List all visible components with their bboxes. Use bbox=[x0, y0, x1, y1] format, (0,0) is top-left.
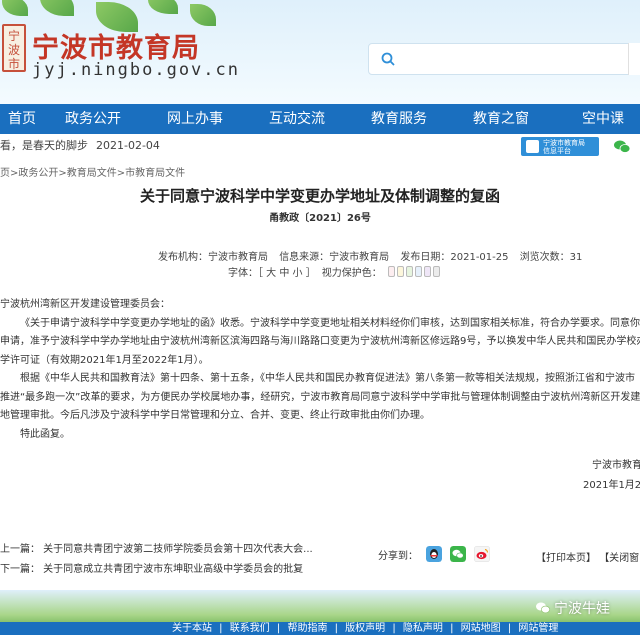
weibo-icon[interactable] bbox=[474, 546, 490, 562]
wechat-icon[interactable] bbox=[614, 140, 630, 153]
swatch-4[interactable] bbox=[414, 266, 422, 277]
wechat-share-icon[interactable] bbox=[450, 546, 466, 562]
font-size-control[interactable]: 字体：［ 大 中 小 ］ bbox=[228, 264, 316, 279]
search-input[interactable] bbox=[368, 43, 640, 75]
main-nav: 首页 政务公开 网上办事 互动交流 教育服务 教育之窗 空中课 bbox=[0, 104, 640, 134]
search-icon bbox=[381, 52, 395, 66]
signer: 宁波市教育 bbox=[592, 460, 640, 471]
platform-icon bbox=[526, 140, 539, 153]
swatch-3[interactable] bbox=[405, 266, 413, 277]
swatch-5[interactable] bbox=[423, 266, 431, 277]
watermark-icon bbox=[536, 602, 550, 614]
sign-date: 2021年1月25 bbox=[583, 480, 640, 491]
paragraph: 推进“最多跑一次”改革的要求，为方便民办学校属地办事，经研究，宁波市教育局同意宁… bbox=[0, 391, 640, 403]
meta-views: 浏览次数：31 bbox=[519, 252, 583, 263]
swatch-6[interactable] bbox=[432, 266, 440, 277]
share-bar: 分享到： bbox=[378, 546, 490, 562]
notice-text[interactable]: 看，是春天的脚步 bbox=[0, 134, 88, 158]
next-article-link[interactable]: 下一篇： 关于同意成立共青团宁波市东坤职业高级中学委员会的批复 bbox=[0, 560, 313, 580]
prev-next-links: 上一篇： 关于同意共青团宁波第二技师学院委员会第十四次代表大会... 下一篇： … bbox=[0, 540, 313, 580]
meta-source: 信息来源：宁波市教育局 bbox=[279, 252, 390, 263]
paragraph: 《关于申请宁波科学中学变更办学地址的函》收悉。宁波科学中学变更地址相关材料经你们… bbox=[20, 317, 640, 329]
document-title: 关于同意宁波科学中学变更办学地址及体制调整的复函 bbox=[139, 187, 500, 205]
city-seal-logo: 宁波市 bbox=[2, 24, 26, 72]
footer-links[interactable]: 关于本站 | 联系我们 | 帮助指南 | 版权声明 | 隐私声明 | 网站地图 … bbox=[0, 622, 640, 635]
nav-education-services[interactable]: 教育服务 bbox=[348, 104, 450, 134]
site-domain: jyj.ningbo.gov.cn bbox=[32, 60, 240, 80]
platform-label-1: 宁波市教育局 bbox=[543, 139, 585, 147]
paragraph: 特此函复。 bbox=[20, 428, 70, 440]
nav-home[interactable]: 首页 bbox=[0, 104, 42, 134]
qq-icon[interactable] bbox=[426, 546, 442, 562]
nav-interaction[interactable]: 互动交流 bbox=[246, 104, 348, 134]
close-window-link[interactable]: 【关闭窗口 bbox=[599, 553, 640, 564]
page-actions: 【打印本页】 【关闭窗口 bbox=[536, 549, 640, 564]
search-button[interactable] bbox=[628, 43, 640, 75]
salutation: 宁波杭州湾新区开发建设管理委员会： bbox=[0, 299, 170, 310]
site-header: 宁波市 宁波市教育局 jyj.ningbo.gov.cn bbox=[0, 0, 640, 104]
paragraph: 学许可证（有效期2021年1月至2022年1月）。 bbox=[0, 354, 209, 366]
breadcrumb[interactable]: 页>政务公开>教育局文件>市教育局文件 bbox=[0, 164, 185, 179]
info-platform-button[interactable]: 宁波市教育局 信息平台 bbox=[521, 137, 599, 156]
reading-tools: 字体：［ 大 中 小 ］ 视力保护色： bbox=[228, 264, 440, 279]
nav-air-classroom[interactable]: 空中课 bbox=[552, 104, 640, 134]
meta-publisher: 发布机构：宁波市教育局 bbox=[158, 252, 268, 263]
notice-date: 2021-02-04 bbox=[96, 139, 160, 152]
document-meta: 发布机构：宁波市教育局 信息来源：宁波市教育局 发布日期：2021-01-25 … bbox=[158, 248, 590, 263]
eye-care-swatches bbox=[387, 266, 440, 277]
eye-care-label: 视力保护色： bbox=[321, 268, 382, 279]
platform-label-2: 信息平台 bbox=[543, 147, 571, 155]
meta-date: 发布日期：2021-01-25 bbox=[400, 252, 509, 263]
nav-education-window[interactable]: 教育之窗 bbox=[450, 104, 552, 134]
nav-government-affairs[interactable]: 政务公开 bbox=[42, 104, 144, 134]
swatch-2[interactable] bbox=[396, 266, 404, 277]
nav-online-services[interactable]: 网上办事 bbox=[144, 104, 246, 134]
paragraph: 地管理审批。今后凡涉及宁波科学中学日常管理和分立、合并、变更、终止行政审批由你们… bbox=[0, 410, 430, 421]
paragraph: 申请，准予宁波科学中学办学地址由宁波杭州湾新区滨海四路与海川路路口变更为宁波杭州… bbox=[0, 336, 640, 347]
watermark-text: 宁波牛娃 bbox=[554, 601, 610, 617]
print-page-link[interactable]: 【打印本页】 bbox=[536, 553, 596, 564]
paragraph: 根据《中华人民共和国教育法》第十四条、第十五条，《中华人民共和国民办教育促进法》… bbox=[20, 373, 635, 384]
share-label: 分享到： bbox=[378, 550, 418, 562]
watermark: 宁波牛娃 bbox=[536, 598, 610, 618]
document-number: 甬教政〔2021〕26号 bbox=[269, 213, 371, 224]
prev-article-link[interactable]: 上一篇： 关于同意共青团宁波第二技师学院委员会第十四次代表大会... bbox=[0, 540, 313, 560]
swatch-1[interactable] bbox=[387, 266, 395, 277]
document-body: 宁波杭州湾新区开发建设管理委员会： 《关于申请宁波科学中学变更办学地址的函》收悉… bbox=[0, 296, 640, 444]
